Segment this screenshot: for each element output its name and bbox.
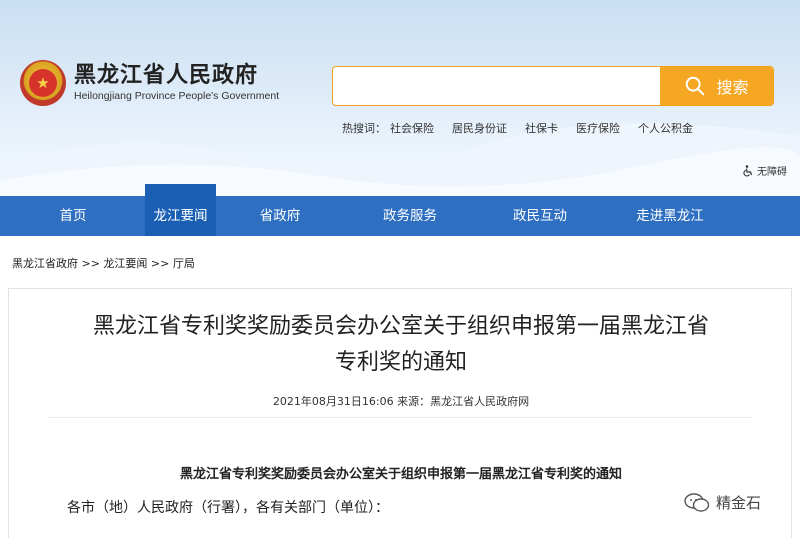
hot-word-link[interactable]: 居民身份证 (452, 120, 507, 136)
article-title: 黑龙江省专利奖奖励委员会办公室关于组织申报第一届黑龙江省 专利奖的通知 (92, 314, 709, 375)
nav-item-about[interactable]: 走进黑龙江 (625, 196, 715, 236)
article-card: 黑龙江省专利奖奖励委员会办公室关于组织申报第一届黑龙江省 专利奖的通知 2021… (8, 288, 792, 538)
main-nav: 首页 龙江要闻 省政府 政务服务 政民互动 走进黑龙江 (0, 184, 800, 236)
nav-item-news[interactable]: 龙江要闻 (145, 184, 216, 236)
search-input[interactable] (333, 67, 661, 105)
nav-item-home[interactable]: 首页 (46, 196, 100, 236)
wechat-icon (684, 492, 710, 512)
site-logo[interactable]: ★ 黑龙江省人民政府 Heilongjiang Province People'… (20, 60, 279, 106)
wheelchair-icon (743, 164, 753, 177)
site-name-en: Heilongjiang Province People's Governmen… (74, 90, 280, 102)
nav-item-government[interactable]: 省政府 (250, 196, 310, 236)
article-salutation: 各市（地）人民政府（行署），各有关部门（单位）： (67, 500, 389, 516)
article-subtitle: 黑龙江省专利奖奖励委员会办公室关于组织申报第一届黑龙江省专利奖的通知 (179, 467, 622, 482)
search-box: 搜索 (332, 66, 774, 106)
watermark: 精金石 (684, 492, 761, 513)
site-header: ★ 黑龙江省人民政府 Heilongjiang Province People'… (0, 0, 800, 196)
hot-words-label: 热搜词： (342, 122, 386, 135)
accessibility-link[interactable]: 无障碍 (742, 163, 787, 178)
search-button-label: 搜索 (716, 78, 749, 97)
search-button[interactable]: 搜索 (660, 67, 773, 105)
hot-word-link[interactable]: 社保卡 (525, 120, 558, 136)
breadcrumb[interactable]: 黑龙江省政府 >> 龙江要闻 >> 厅局 (12, 255, 195, 271)
search-icon (686, 76, 705, 96)
article-meta: 2021年08月31日16:06 来源：黑龙江省人民政府网 (272, 395, 530, 408)
hot-word-link[interactable]: 个人公积金 (638, 120, 693, 136)
site-name-cn: 黑龙江省人民政府 (74, 63, 259, 88)
hot-search-words: 热搜词： 社会保险 居民身份证 社保卡 医疗保险 个人公积金 (342, 120, 711, 136)
national-emblem-icon: ★ (20, 60, 66, 106)
divider (49, 417, 753, 418)
nav-item-interaction[interactable]: 政民互动 (502, 196, 578, 236)
nav-item-services[interactable]: 政务服务 (372, 196, 448, 236)
hot-word-link[interactable]: 医疗保险 (576, 120, 620, 136)
hot-word-link[interactable]: 社会保险 (390, 120, 434, 136)
